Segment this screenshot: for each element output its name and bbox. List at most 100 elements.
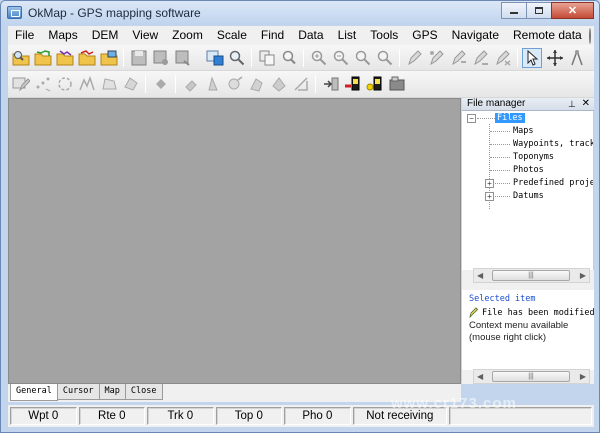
minimize-button[interactable] <box>501 2 527 19</box>
floppy-track-icon <box>175 50 190 66</box>
pencil-route-icon <box>430 50 444 66</box>
tree-item-photos[interactable]: Photos <box>513 164 544 177</box>
toolbar-separator <box>517 49 518 67</box>
scroll-left-icon[interactable]: ◀ <box>477 372 483 381</box>
tree-horizontal-scrollbar[interactable]: ◀ ||| ▶ <box>473 268 590 283</box>
close-window-button[interactable]: ✕ <box>551 2 594 19</box>
delete-point-button[interactable] <box>225 74 245 94</box>
tree-expand-icon[interactable]: + <box>485 179 494 188</box>
maximize-button[interactable] <box>526 2 552 19</box>
menu-list[interactable]: List <box>331 26 364 45</box>
polygon-icon <box>102 78 117 90</box>
map-properties-button[interactable] <box>11 74 31 94</box>
menu-zoom[interactable]: Zoom <box>165 26 210 45</box>
find-button[interactable] <box>227 48 247 68</box>
zoom-in-button[interactable] <box>309 48 329 68</box>
move-point-icon <box>185 80 197 92</box>
status-waypoints: Wpt 0 <box>10 407 77 425</box>
save-waypoints-button[interactable] <box>151 48 171 68</box>
scroll-thumb[interactable]: ||| <box>492 371 570 382</box>
zoom-actual-button[interactable] <box>375 48 395 68</box>
map-window-button[interactable] <box>205 48 225 68</box>
tab-cursor[interactable]: Cursor <box>56 384 100 400</box>
zoom-fit-button[interactable] <box>353 48 373 68</box>
edit-track-button[interactable] <box>449 48 469 68</box>
open-track-button[interactable] <box>55 48 75 68</box>
route-button[interactable] <box>55 74 75 94</box>
edit-route-button[interactable] <box>427 48 447 68</box>
edit-waypoint-button[interactable] <box>405 48 425 68</box>
help-face-icon[interactable] <box>588 27 591 44</box>
menu-remote-data[interactable]: Remote data <box>506 26 589 45</box>
magnifier-icon <box>282 50 296 65</box>
join-button[interactable] <box>269 74 289 94</box>
gps-download-button[interactable] <box>365 74 385 94</box>
menu-maps[interactable]: Maps <box>41 26 84 45</box>
menu-file[interactable]: File <box>8 26 41 45</box>
measure-button[interactable] <box>567 48 587 68</box>
menu-find[interactable]: Find <box>254 26 291 45</box>
tree-expand-icon[interactable]: + <box>485 192 494 201</box>
save-track-button[interactable] <box>173 48 193 68</box>
scroll-right-icon[interactable]: ▶ <box>580 271 586 280</box>
split-icon <box>250 78 263 92</box>
route-circle-icon <box>58 77 72 91</box>
track-button[interactable] <box>77 74 97 94</box>
menu-navigate[interactable]: Navigate <box>445 26 506 45</box>
select-pointer-button[interactable] <box>522 48 542 68</box>
scroll-left-icon[interactable]: ◀ <box>477 271 483 280</box>
point-button[interactable] <box>151 74 171 94</box>
scroll-right-icon[interactable]: ▶ <box>580 372 586 381</box>
tree-item-maps[interactable]: Maps <box>513 125 533 138</box>
tree-root-files[interactable]: Files <box>495 112 525 125</box>
move-point-button[interactable] <box>181 74 201 94</box>
gps-upload-button[interactable] <box>343 74 363 94</box>
zoom-find-button[interactable] <box>279 48 299 68</box>
info-horizontal-scrollbar[interactable]: ◀ ||| ▶ <box>473 369 590 384</box>
tree-collapse-icon[interactable]: − <box>467 114 476 123</box>
menu-view[interactable]: View <box>125 26 165 45</box>
insert-point-button[interactable] <box>203 74 223 94</box>
scroll-thumb[interactable]: ||| <box>492 270 570 281</box>
save-button[interactable] <box>129 48 149 68</box>
split-button[interactable] <box>247 74 267 94</box>
edit-photo-button[interactable] <box>493 48 513 68</box>
menu-gps[interactable]: GPS <box>405 26 444 45</box>
tree-item-toponyms[interactable]: Toponyms <box>513 151 554 164</box>
pin-icon[interactable]: ⊥ <box>568 99 577 109</box>
waypoints-button[interactable] <box>33 74 53 94</box>
tab-close[interactable]: Close <box>124 384 163 400</box>
gps-arrow-icon <box>324 77 339 91</box>
copy-icon <box>259 50 275 66</box>
tab-map[interactable]: Map <box>98 384 126 400</box>
title-bar[interactable]: OkMap - GPS mapping software ✕ <box>1 1 599 25</box>
open-map-button[interactable] <box>11 48 31 68</box>
zoom-out-button[interactable] <box>331 48 351 68</box>
edit-toponym-button[interactable] <box>471 48 491 68</box>
menu-scale[interactable]: Scale <box>210 26 254 45</box>
open-waypoints-button[interactable] <box>33 48 53 68</box>
floppy-icon <box>131 50 147 66</box>
open-image-button[interactable] <box>99 48 119 68</box>
menu-tools[interactable]: Tools <box>363 26 405 45</box>
polygon-button[interactable] <box>99 74 119 94</box>
gps-connect-button[interactable] <box>321 74 341 94</box>
pan-button[interactable] <box>545 48 565 68</box>
area-button[interactable] <box>121 74 141 94</box>
menu-dem[interactable]: DEM <box>85 26 126 45</box>
tab-general[interactable]: General <box>10 384 58 401</box>
copy-map-button[interactable] <box>257 48 277 68</box>
pencil-icon <box>469 307 478 318</box>
menu-data[interactable]: Data <box>291 26 330 45</box>
area-icon <box>124 77 138 91</box>
tree-line <box>495 196 510 197</box>
panel-close-button[interactable]: ✕ <box>582 98 590 110</box>
map-canvas[interactable] <box>8 98 461 384</box>
tree-item-datums[interactable]: Datums <box>513 190 544 203</box>
reverse-button[interactable] <box>291 74 311 94</box>
gps-settings-button[interactable] <box>387 74 407 94</box>
secondary-toolbar <box>8 71 594 98</box>
tree-item-predefined-projections[interactable]: Predefined projections <box>513 177 593 190</box>
open-route-button[interactable] <box>77 48 97 68</box>
tree-item-waypoints[interactable]: Waypoints, tracks <box>513 138 593 151</box>
